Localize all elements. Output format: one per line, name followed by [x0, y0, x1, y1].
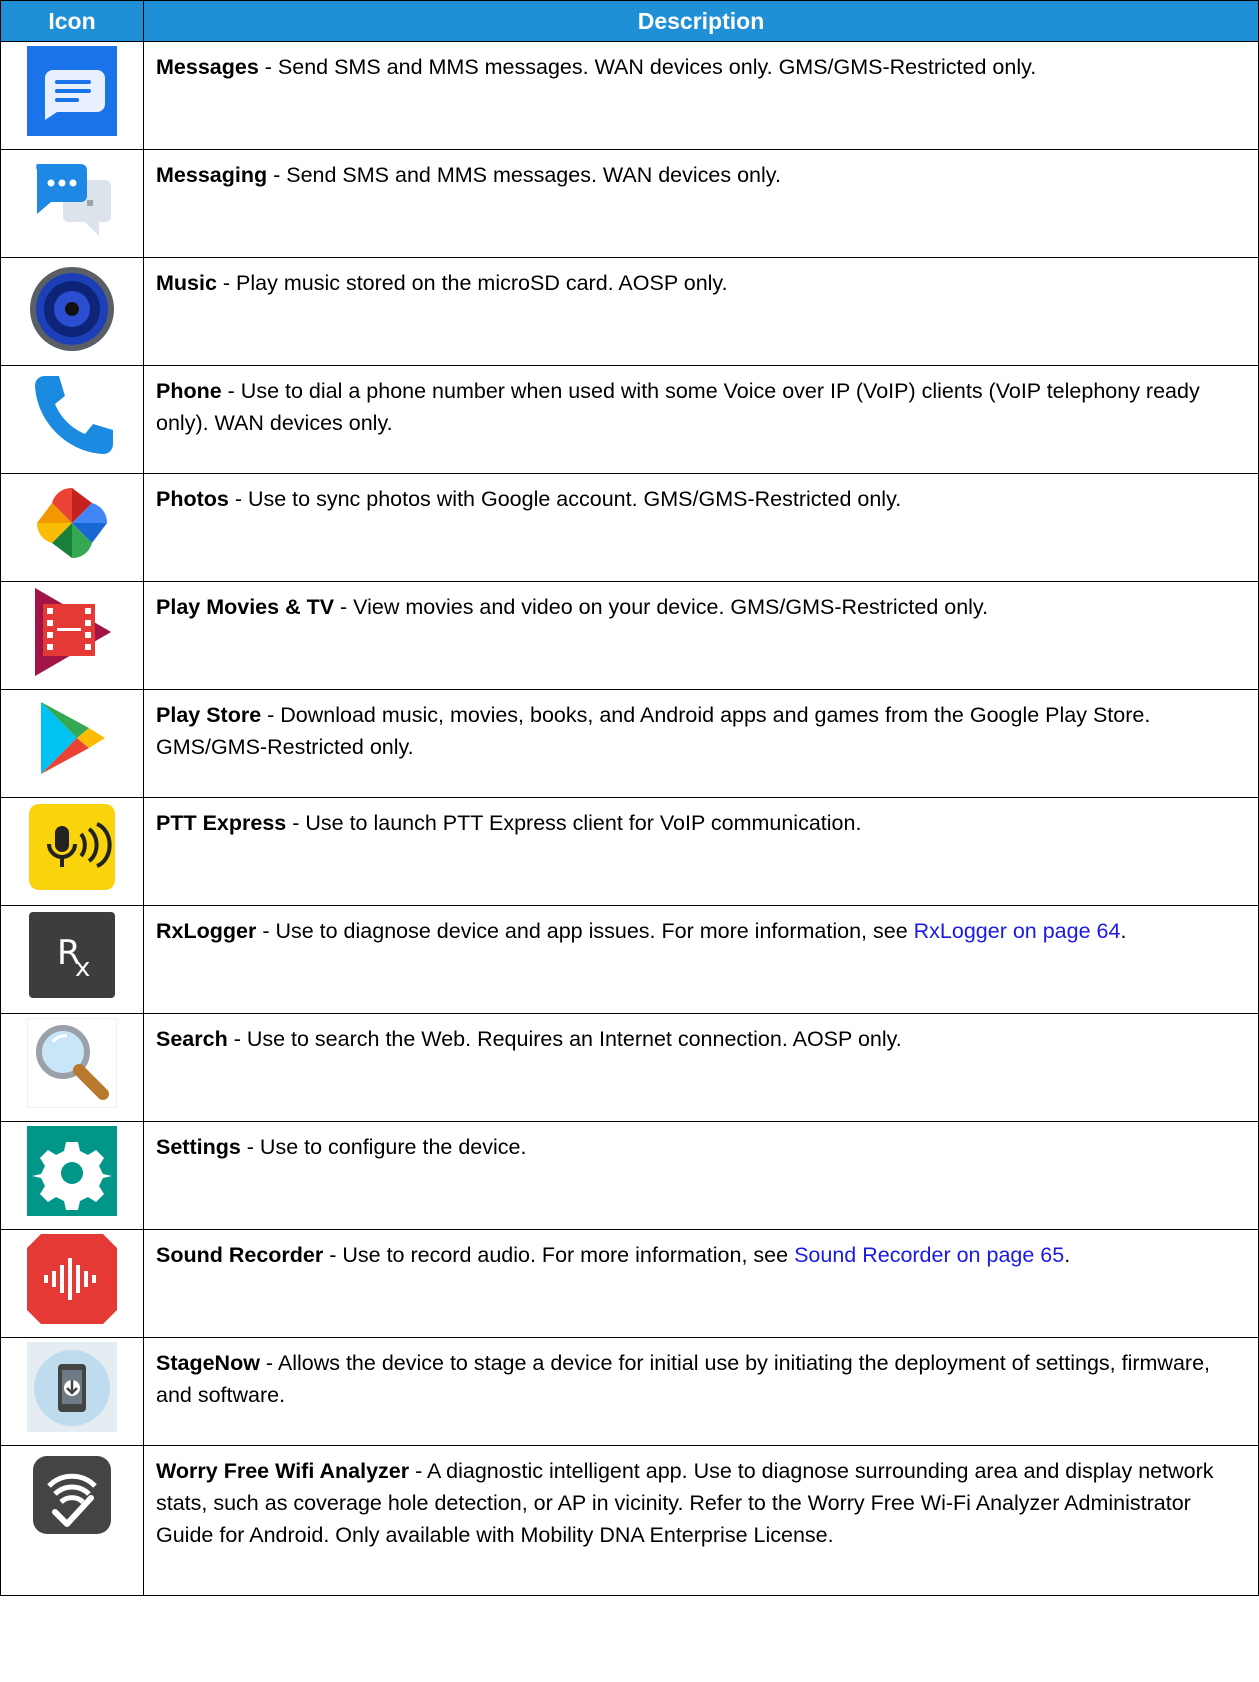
app-description: - Use to search the Web. Requires an Int…: [227, 1027, 902, 1051]
icon-cell: [0, 41, 144, 150]
description-cell: Phone - Use to dial a phone number when …: [143, 365, 1259, 474]
header-description: Description: [143, 0, 1259, 42]
app-name: RxLogger: [156, 919, 257, 943]
app-name: Sound Recorder: [156, 1243, 324, 1267]
description-cell: Play Store - Download music, movies, boo…: [143, 689, 1259, 798]
icon-cell: [0, 1337, 144, 1446]
app-description: - Use to sync photos with Google account…: [228, 487, 902, 511]
header-icon: Icon: [0, 0, 144, 42]
icon-cell: [0, 1121, 144, 1230]
app-description: - Play music stored on the microSD card.…: [216, 271, 728, 295]
sound-recorder-page-link[interactable]: Sound Recorder on page 65: [794, 1243, 1064, 1267]
phone-handset-icon: [35, 376, 113, 454]
description-cell: StageNow - Allows the device to stage a …: [143, 1337, 1259, 1446]
app-name: Worry Free Wifi Analyzer: [156, 1459, 410, 1483]
table-row: StageNow - Allows the device to stage a …: [0, 1337, 1259, 1446]
play-movies-icon: [35, 588, 111, 676]
app-description-end: .: [1064, 1243, 1071, 1267]
app-description: - Send SMS and MMS messages. WAN devices…: [267, 163, 781, 187]
app-description: - Use to launch PTT Express client for V…: [286, 811, 862, 835]
app-name: Photos: [156, 487, 229, 511]
icon-cell: [0, 581, 144, 690]
app-description-end: .: [1120, 919, 1127, 943]
table-row: Phone - Use to dial a phone number when …: [0, 365, 1259, 474]
icon-cell: R x: [0, 905, 144, 1014]
description-cell: Music - Play music stored on the microSD…: [143, 257, 1259, 366]
apps-table: Icon Description Messages - Send SMS and…: [0, 0, 1259, 1596]
app-description: - Use to diagnose device and app issues.…: [256, 919, 914, 943]
icon-cell: [0, 473, 144, 582]
rxlogger-page-link[interactable]: RxLogger on page 64: [914, 919, 1121, 943]
table-row: Play Movies & TV - View movies and video…: [0, 581, 1259, 690]
svg-text:x: x: [75, 953, 90, 983]
table-row: Worry Free Wifi Analyzer - A diagnostic …: [0, 1445, 1259, 1596]
description-cell: Messages - Send SMS and MMS messages. WA…: [143, 41, 1259, 150]
description-cell: Play Movies & TV - View movies and video…: [143, 581, 1259, 690]
app-description: - View movies and video on your device. …: [334, 595, 989, 619]
icon-cell: [0, 1445, 144, 1596]
play-store-icon: [41, 702, 105, 774]
music-speaker-icon: [30, 267, 114, 351]
icon-cell: [0, 689, 144, 798]
app-description: - Send SMS and MMS messages. WAN devices…: [258, 55, 1037, 79]
app-name: Messaging: [156, 163, 268, 187]
table-row: Photos - Use to sync photos with Google …: [0, 473, 1259, 582]
icon-cell: [0, 257, 144, 366]
app-name: Phone: [156, 379, 222, 403]
description-cell: RxLogger - Use to diagnose device and ap…: [143, 905, 1259, 1014]
app-name: Search: [156, 1027, 228, 1051]
photos-pinwheel-icon: [36, 487, 108, 559]
table-header-row: Icon Description: [0, 0, 1259, 42]
app-name: Play Movies & TV: [156, 595, 335, 619]
table-row: PTT Express - Use to launch PTT Express …: [0, 797, 1259, 906]
app-description: - Allows the device to stage a device fo…: [156, 1351, 1211, 1407]
app-name: Messages: [156, 55, 259, 79]
app-name: StageNow: [156, 1351, 260, 1375]
description-cell: Search - Use to search the Web. Requires…: [143, 1013, 1259, 1122]
description-cell: PTT Express - Use to launch PTT Express …: [143, 797, 1259, 906]
messages-icon: [27, 46, 117, 136]
description-cell: Worry Free Wifi Analyzer - A diagnostic …: [143, 1445, 1259, 1596]
icon-cell: [0, 149, 144, 258]
table-row: Settings - Use to configure the device.: [0, 1121, 1259, 1230]
app-description: - Use to dial a phone number when used w…: [156, 379, 1200, 435]
table-row: Music - Play music stored on the microSD…: [0, 257, 1259, 366]
app-description: - Use to configure the device.: [240, 1135, 527, 1159]
table-row: Search - Use to search the Web. Requires…: [0, 1013, 1259, 1122]
app-description: - Use to record audio. For more informat…: [323, 1243, 795, 1267]
stagenow-icon: [27, 1342, 117, 1432]
description-cell: Messaging - Send SMS and MMS messages. W…: [143, 149, 1259, 258]
settings-gear-icon: [27, 1126, 117, 1216]
search-magnifier-icon: [27, 1018, 117, 1108]
table-row: Messaging - Send SMS and MMS messages. W…: [0, 149, 1259, 258]
wifi-analyzer-icon: [33, 1456, 111, 1534]
icon-cell: [0, 365, 144, 474]
app-name: Music: [156, 271, 217, 295]
table-row: Play Store - Download music, movies, boo…: [0, 689, 1259, 798]
app-name: PTT Express: [156, 811, 287, 835]
messaging-icon: [36, 164, 111, 236]
icon-cell: [0, 1229, 144, 1338]
icon-cell: [0, 797, 144, 906]
table-row: Messages - Send SMS and MMS messages. WA…: [0, 41, 1259, 150]
ptt-express-microphone-icon: [29, 804, 115, 890]
table-row: R x RxLogger - Use to diagnose device an…: [0, 905, 1259, 1014]
sound-recorder-icon: [27, 1234, 117, 1324]
rxlogger-icon: R x: [29, 912, 115, 998]
description-cell: Settings - Use to configure the device.: [143, 1121, 1259, 1230]
app-name: Settings: [156, 1135, 241, 1159]
app-description: - Download music, movies, books, and And…: [156, 703, 1151, 759]
description-cell: Photos - Use to sync photos with Google …: [143, 473, 1259, 582]
icon-cell: [0, 1013, 144, 1122]
table-row: Sound Recorder - Use to record audio. Fo…: [0, 1229, 1259, 1338]
description-cell: Sound Recorder - Use to record audio. Fo…: [143, 1229, 1259, 1338]
app-name: Play Store: [156, 703, 262, 727]
